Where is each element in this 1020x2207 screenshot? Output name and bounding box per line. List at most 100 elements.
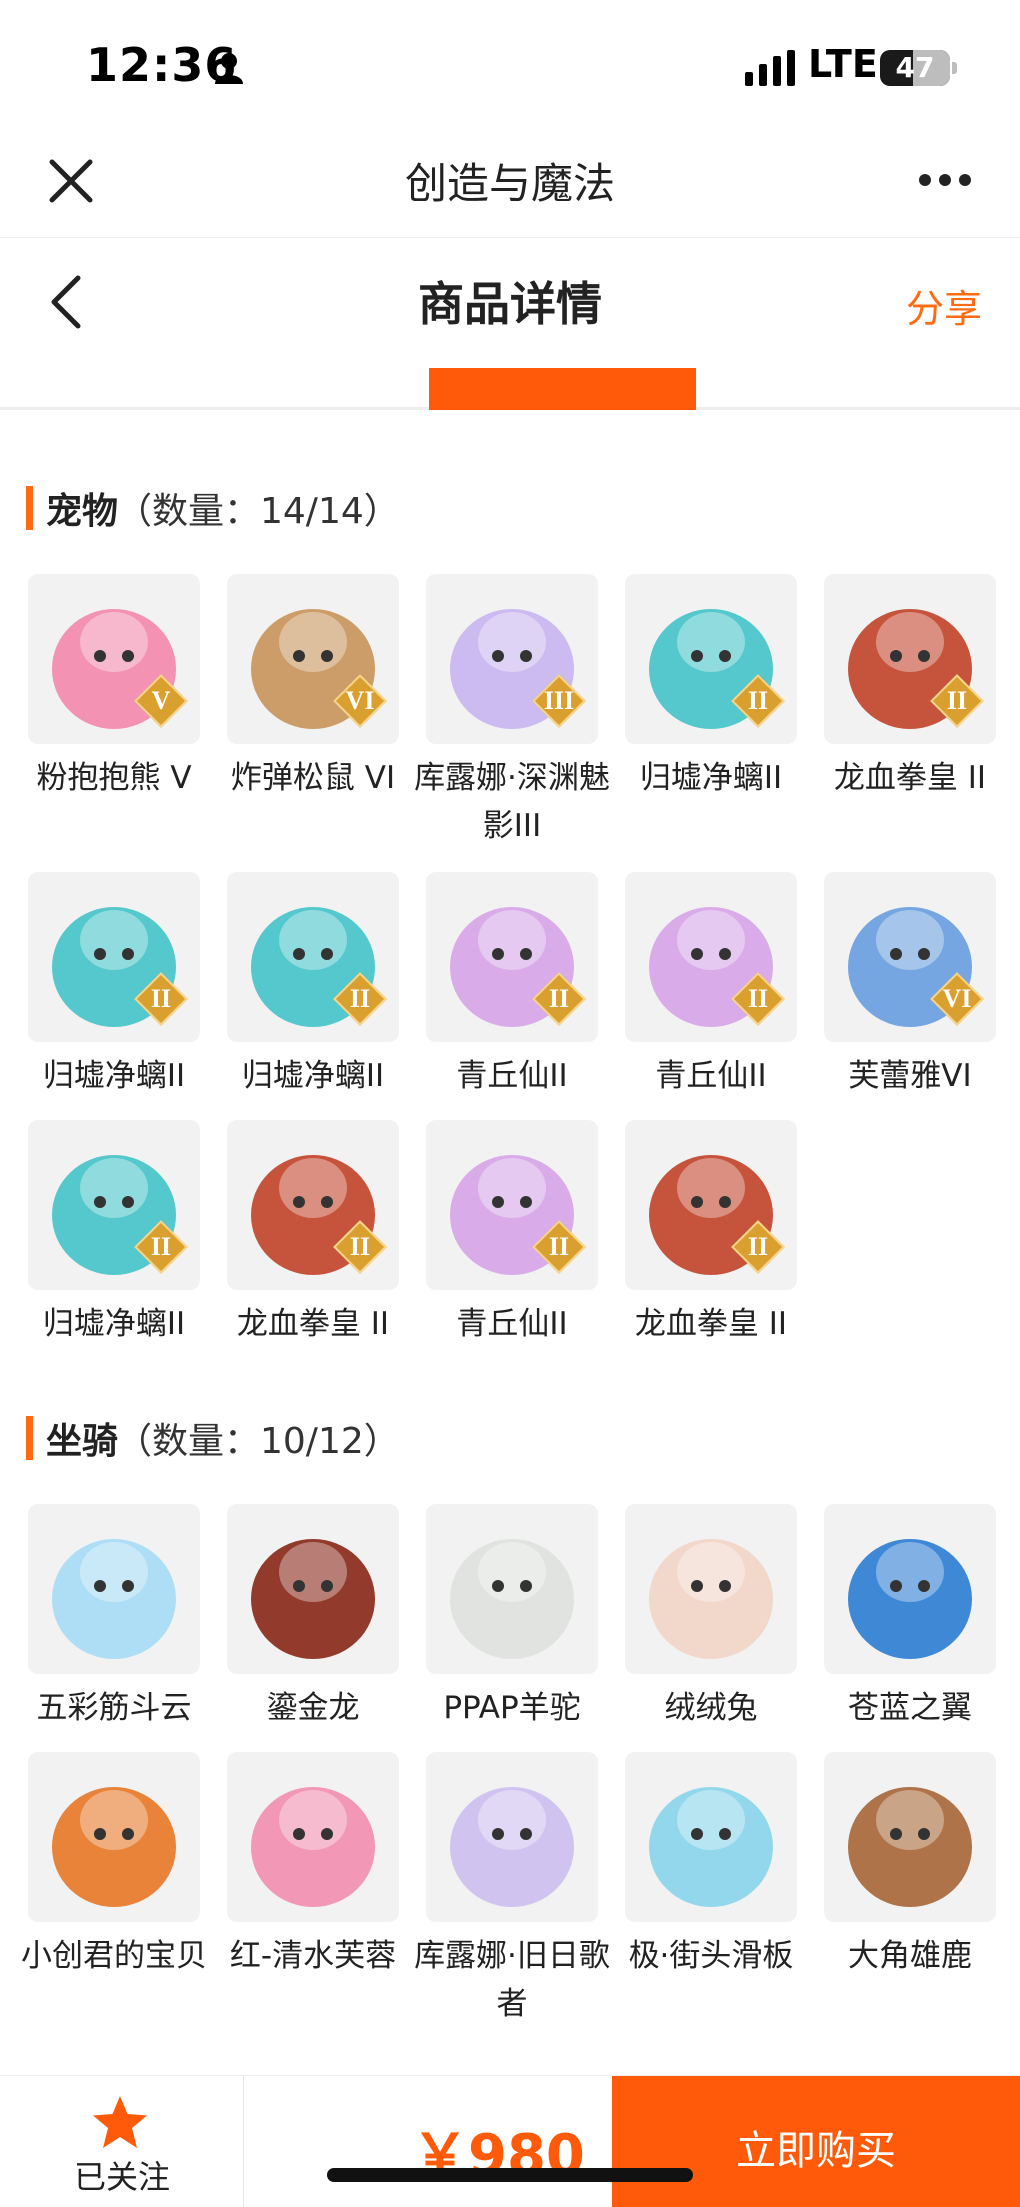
pets-section-header: 宠物 （数量：14/14） bbox=[0, 476, 1020, 536]
rank-badge: II bbox=[333, 1220, 387, 1274]
fox-fairy-icon: II bbox=[426, 872, 598, 1042]
red-minotaur-icon: II bbox=[824, 574, 996, 744]
section-accent-bar bbox=[26, 486, 33, 530]
rank-badge: II bbox=[532, 1220, 586, 1274]
deer-icon bbox=[824, 1752, 996, 1922]
item-name: 归墟净螭II bbox=[639, 760, 783, 796]
person-icon bbox=[215, 53, 243, 84]
item-name: 粉抱抱熊 V bbox=[36, 760, 192, 796]
network-label: LTE bbox=[808, 42, 878, 86]
rank-badge: II bbox=[532, 972, 586, 1026]
item-name: 苍蓝之翼 bbox=[848, 1690, 972, 1726]
item-name: 库露娜·旧日歌者 bbox=[414, 1938, 610, 2022]
signal-dots-icon bbox=[745, 50, 795, 86]
item-name: 库露娜·深渊魅影III bbox=[414, 760, 610, 844]
badge-text: II bbox=[747, 1232, 769, 1261]
rank-badge: II bbox=[134, 972, 188, 1026]
freya-icon: VI bbox=[824, 872, 996, 1042]
pets-section-title: 宠物 bbox=[46, 491, 119, 532]
app-header: 创造与魔法 bbox=[0, 130, 1020, 238]
cyan-dragon-icon: II bbox=[227, 872, 399, 1042]
star-icon bbox=[93, 2096, 147, 2148]
battery-percent: 47 bbox=[895, 51, 935, 84]
rank-badge: III bbox=[532, 674, 586, 728]
badge-text: VI bbox=[942, 984, 972, 1013]
badge-text: II bbox=[150, 984, 172, 1013]
gold-dragon-icon bbox=[227, 1504, 399, 1674]
item-name: 炸弹松鼠 VI bbox=[230, 760, 396, 796]
badge-text: III bbox=[543, 686, 575, 715]
pink-bear-icon: V bbox=[28, 574, 200, 744]
badge-text: VI bbox=[345, 686, 375, 715]
buy-now-button[interactable]: 立即购买 bbox=[612, 2076, 1020, 2207]
badge-text: II bbox=[548, 984, 570, 1013]
parrot-icon bbox=[28, 1752, 200, 1922]
item-name: 青丘仙II bbox=[456, 1058, 568, 1094]
red-minotaur-icon: II bbox=[625, 1120, 797, 1290]
app-title: 创造与魔法 bbox=[404, 159, 615, 208]
rank-badge: VI bbox=[930, 972, 984, 1026]
battery-icon: 47 bbox=[880, 50, 950, 86]
rank-badge: II bbox=[134, 1220, 188, 1274]
home-indicator bbox=[327, 2168, 693, 2182]
item-name: 龙血拳皇 II bbox=[833, 760, 987, 796]
item-name: 归墟净螭II bbox=[241, 1058, 385, 1094]
item-name: 鎏金龙 bbox=[266, 1690, 360, 1726]
badge-text: II bbox=[150, 1232, 172, 1261]
red-minotaur-icon: II bbox=[227, 1120, 399, 1290]
battery-cap bbox=[952, 62, 957, 74]
bottom-bar: 已关注 ￥980 立即购买 bbox=[0, 2075, 1020, 2207]
item-name: 极·街头滑板 bbox=[628, 1938, 794, 1974]
follow-label: 已关注 bbox=[73, 2158, 170, 2196]
cyan-dragon-icon: II bbox=[625, 574, 797, 744]
follow-button[interactable]: 已关注 bbox=[0, 2076, 244, 2207]
rank-badge: II bbox=[731, 972, 785, 1026]
mounts-count: （数量：10/12） bbox=[116, 1421, 400, 1462]
skateboard-icon bbox=[625, 1752, 797, 1922]
kuluna-singer-icon bbox=[426, 1752, 598, 1922]
pets-count: （数量：14/14） bbox=[116, 491, 400, 532]
badge-text: II bbox=[349, 1232, 371, 1261]
badge-text: II bbox=[946, 686, 968, 715]
bomb-squirrel-icon: VI bbox=[227, 574, 399, 744]
item-name: 龙血拳皇 II bbox=[634, 1306, 788, 1342]
item-name: 青丘仙II bbox=[655, 1058, 767, 1094]
page-header: 商品详情 分享 bbox=[0, 238, 1020, 410]
mounts-section-title: 坐骑 bbox=[46, 1421, 119, 1462]
item-name: 大角雄鹿 bbox=[848, 1938, 972, 1974]
section-accent-bar bbox=[26, 1416, 33, 1460]
badge-text: II bbox=[747, 686, 769, 715]
cloud-icon bbox=[28, 1504, 200, 1674]
item-name: PPAP羊驼 bbox=[443, 1690, 581, 1726]
badge-text: II bbox=[548, 1232, 570, 1261]
tab-indicator bbox=[429, 368, 696, 410]
rank-badge: II bbox=[731, 674, 785, 728]
blue-wing-icon bbox=[824, 1504, 996, 1674]
item-name: 五彩筋斗云 bbox=[36, 1690, 192, 1726]
item-name: 红-清水芙蓉 bbox=[229, 1938, 397, 1974]
rank-badge: II bbox=[930, 674, 984, 728]
item-name: 龙血拳皇 II bbox=[236, 1306, 390, 1342]
share-button[interactable]: 分享 bbox=[906, 278, 982, 333]
item-name: 归墟净螭II bbox=[42, 1058, 186, 1094]
rabbit-icon bbox=[625, 1504, 797, 1674]
lotus-icon bbox=[227, 1752, 399, 1922]
rank-badge: II bbox=[731, 1220, 785, 1274]
badge-text: V bbox=[151, 686, 171, 715]
more-icon[interactable] bbox=[918, 170, 972, 190]
status-bar: 12:36 LTE 47 bbox=[0, 0, 1020, 130]
cyan-dragon-icon: II bbox=[28, 872, 200, 1042]
item-name: 芙蕾雅VI bbox=[848, 1058, 972, 1094]
fox-fairy-icon: II bbox=[625, 872, 797, 1042]
alpaca-icon bbox=[426, 1504, 598, 1674]
item-name: 小创君的宝贝 bbox=[21, 1938, 207, 1974]
rank-badge: V bbox=[134, 674, 188, 728]
kuluna-icon: III bbox=[426, 574, 598, 744]
fox-fairy-icon: II bbox=[426, 1120, 598, 1290]
page-title: 商品详情 bbox=[418, 277, 602, 331]
mounts-section-header: 坐骑 （数量：10/12） bbox=[0, 1406, 1020, 1466]
badge-text: II bbox=[349, 984, 371, 1013]
rank-badge: VI bbox=[333, 674, 387, 728]
item-name: 青丘仙II bbox=[456, 1306, 568, 1342]
cyan-dragon-icon: II bbox=[28, 1120, 200, 1290]
